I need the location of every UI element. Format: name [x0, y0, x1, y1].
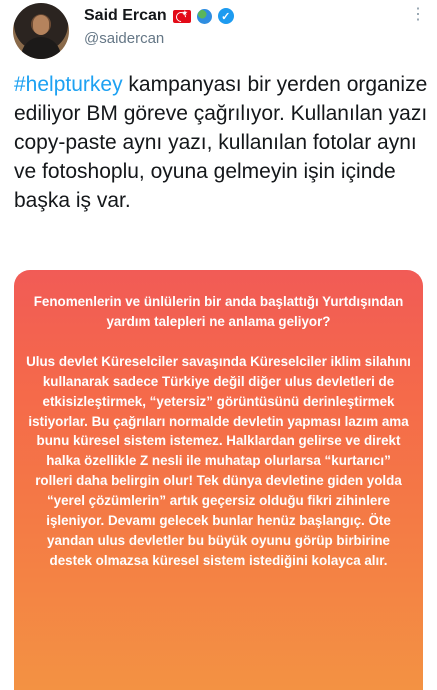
- turkey-flag-icon: [172, 9, 191, 23]
- author-name[interactable]: Said Ercan: [84, 7, 167, 25]
- author-row: Said Ercan ✓: [84, 6, 234, 26]
- verified-icon: ✓: [217, 8, 234, 24]
- more-options-icon[interactable]: ⋮: [410, 4, 426, 24]
- hashtag-link[interactable]: #helpturkey: [14, 73, 123, 96]
- image-text: Fenomenlerin ve ünlülerin bir anda başla…: [26, 292, 411, 571]
- image-heading: Fenomenlerin ve ünlülerin bir anda başla…: [33, 294, 404, 329]
- avatar[interactable]: [13, 3, 69, 59]
- tweet-image[interactable]: Fenomenlerin ve ünlülerin bir anda başla…: [14, 270, 423, 690]
- avatar-face: [33, 15, 49, 35]
- avatar-shirt: [21, 37, 61, 59]
- tweet-header: Said Ercan ✓ @saidercan ⋮: [0, 0, 437, 64]
- image-body: Ulus devlet Küreselciler savaşında Küres…: [26, 353, 411, 568]
- tweet-text: #helpturkey kampanyası bir yerden organi…: [14, 70, 429, 215]
- globe-icon: [196, 8, 212, 24]
- author-handle[interactable]: @saidercan: [84, 30, 164, 47]
